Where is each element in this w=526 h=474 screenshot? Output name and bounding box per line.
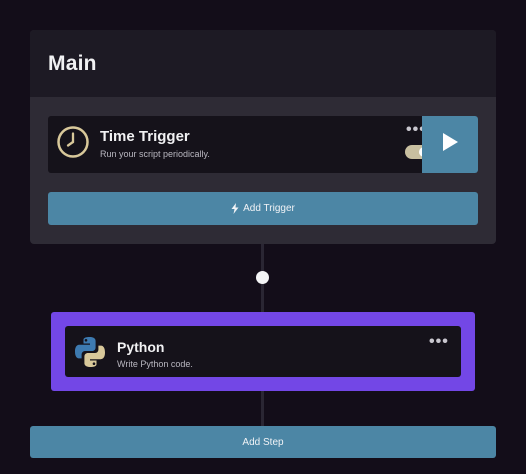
step-description: Write Python code. [117, 359, 193, 369]
add-trigger-label: Add Trigger [243, 203, 295, 214]
python-logo-icon [73, 335, 107, 369]
add-trigger-button[interactable]: Add Trigger [48, 192, 478, 225]
clock-icon [56, 125, 90, 159]
play-icon [439, 131, 461, 158]
step-block-python[interactable]: Python Write Python code. ••• [51, 312, 475, 391]
trigger-description: Run your script periodically. [100, 149, 210, 159]
connector-node [256, 271, 269, 284]
run-trigger-button[interactable] [422, 116, 478, 173]
main-block-header: Main [30, 30, 496, 97]
add-step-label: Add Step [242, 436, 284, 448]
step-menu-icon[interactable]: ••• [429, 334, 449, 350]
step-card-python[interactable]: Python Write Python code. ••• [65, 326, 461, 377]
step-title: Python [117, 339, 165, 355]
trigger-card-time-trigger[interactable]: Time Trigger Run your script periodicall… [48, 116, 478, 173]
add-step-button[interactable]: Add Step [30, 426, 496, 458]
main-block-title: Main [48, 51, 97, 75]
lightning-icon [231, 203, 239, 214]
main-block: Main Time Trigger Run your script period… [30, 30, 496, 244]
workflow-editor: Main Time Trigger Run your script period… [0, 0, 526, 474]
trigger-title: Time Trigger [100, 128, 190, 145]
